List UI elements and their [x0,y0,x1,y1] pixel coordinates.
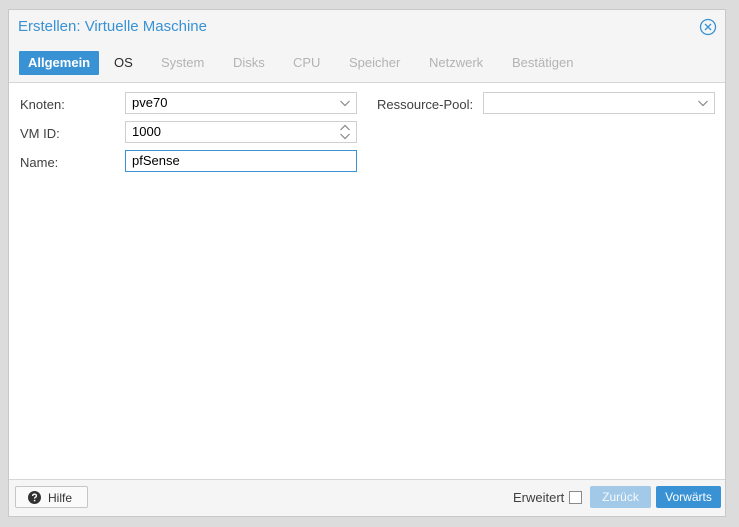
node-label: Knoten: [20,97,65,112]
name-label: Name: [20,155,59,170]
advanced-label: Erweitert [513,490,565,505]
node-select[interactable]: pve70 [125,92,357,114]
dialog-window: Erstellen: Virtuelle Maschine Allgemein … [8,9,726,517]
dialog-title: Erstellen: Virtuelle Maschine [18,18,207,35]
advanced-checkbox[interactable] [569,491,582,504]
tab-system[interactable]: System [152,51,213,75]
back-button[interactable]: Zurück [590,486,651,508]
close-icon[interactable] [699,18,717,36]
chevron-down-icon[interactable] [697,93,709,113]
name-input[interactable]: pfSense [125,150,357,172]
tab-netzwerk[interactable]: Netzwerk [420,51,492,75]
dialog-footer: Hilfe Erweitert Zurück Vorwärts [9,479,725,516]
pool-label: Ressource-Pool: [377,97,474,112]
pool-select[interactable] [483,92,715,114]
vmid-value: 1000 [132,124,161,139]
help-button-label: Hilfe [48,491,73,505]
tab-allgemein[interactable]: Allgemein [19,51,100,75]
tab-speicher[interactable]: Speicher [340,51,409,75]
vmid-spinner[interactable]: 1000 [125,121,357,143]
dialog-header: Erstellen: Virtuelle Maschine [9,10,725,46]
tab-os[interactable]: OS [105,51,142,75]
help-circle-icon [28,491,41,504]
vmid-label: VM ID: [20,126,60,141]
tab-bestaetigen[interactable]: Bestätigen [503,51,582,75]
chevron-down-icon[interactable] [339,93,351,113]
help-button[interactable]: Hilfe [15,486,88,508]
tab-cpu[interactable]: CPU [284,51,329,75]
next-button[interactable]: Vorwärts [656,486,721,508]
spinner-arrows-icon[interactable] [339,122,351,142]
tab-disks[interactable]: Disks [224,51,274,75]
node-select-value: pve70 [132,95,168,110]
wizard-tabbar: Allgemein OS System Disks CPU Speicher N… [9,46,725,83]
